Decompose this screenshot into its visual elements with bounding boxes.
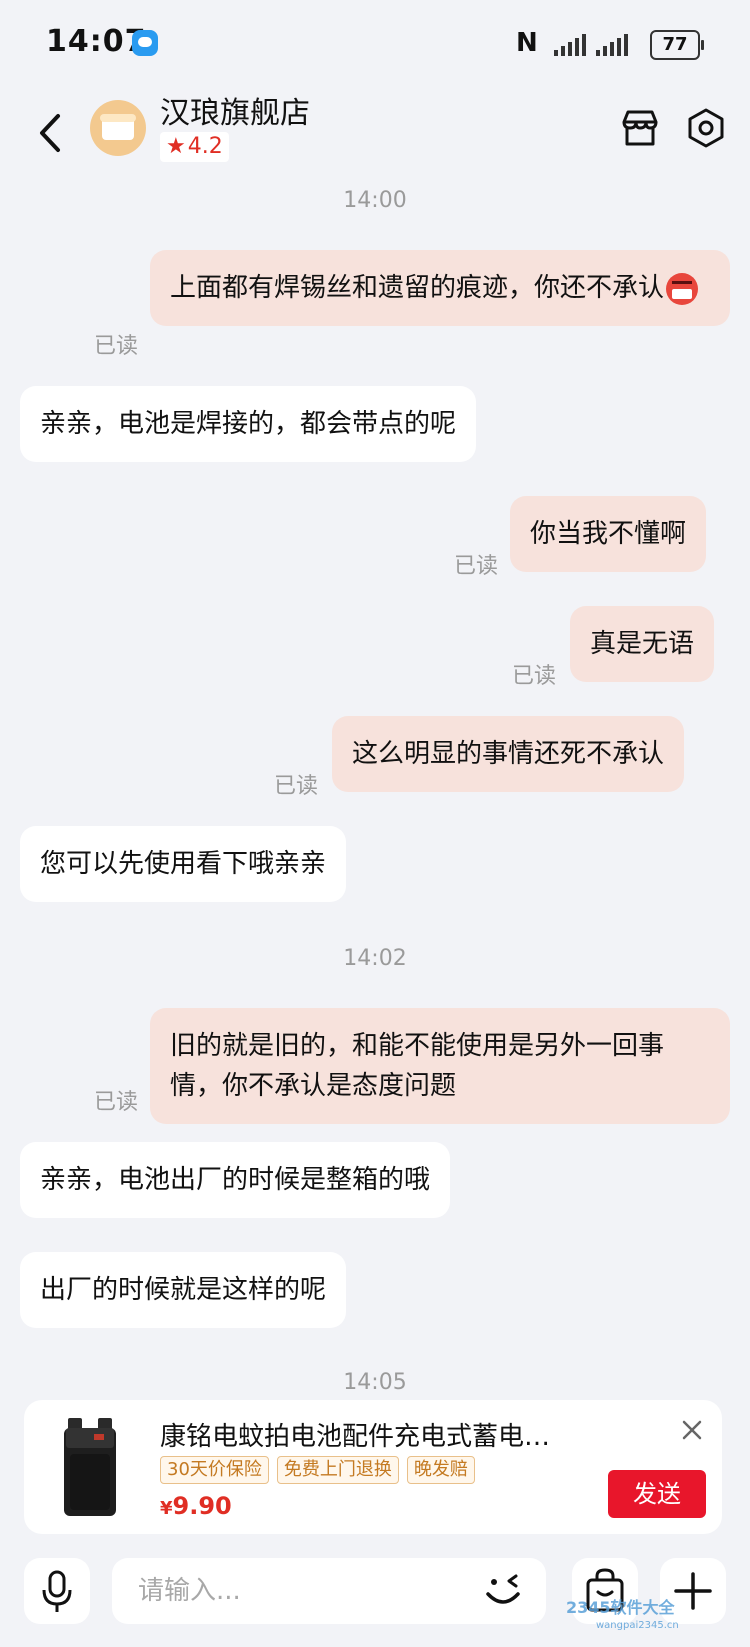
message-bubble-received[interactable]: 出厂的时候就是这样的呢 bbox=[20, 1252, 347, 1328]
watermark-url: wangpai2345.cn bbox=[596, 1620, 679, 1631]
star-icon: ★ bbox=[166, 134, 186, 159]
message-bubble-received[interactable]: 亲亲，电池是焊接的，都会带点的呢 bbox=[20, 386, 477, 462]
message-bubble-received[interactable]: 亲亲，电池出厂的时候是整箱的哦 bbox=[20, 1142, 451, 1218]
product-tag: 免费上门退换 bbox=[276, 1456, 399, 1484]
product-tag: 晚发赔 bbox=[406, 1456, 475, 1484]
chat-timestamp: 14:05 bbox=[343, 1370, 407, 1395]
product-tag: 30天价保险 bbox=[160, 1456, 269, 1484]
battery-icon: 77 bbox=[650, 30, 704, 60]
price-value: 9.90 bbox=[172, 1492, 232, 1520]
status-bar: 14:07 N 77 bbox=[0, 0, 750, 88]
signal-icon bbox=[554, 34, 586, 56]
voice-input-button[interactable] bbox=[24, 1558, 90, 1624]
currency-symbol: ¥ bbox=[160, 1498, 173, 1519]
microphone-icon bbox=[42, 1570, 72, 1612]
message-text: 上面都有焊锡丝和遗留的痕迹，你还不承认 bbox=[170, 273, 665, 303]
message-notification-icon bbox=[132, 30, 158, 56]
message-bubble-sent[interactable]: 你当我不懂啊 bbox=[510, 496, 707, 572]
message-bubble-sent[interactable]: 旧的就是旧的，和能不能使用是另外一回事情，你不承认是态度问题 bbox=[150, 1008, 730, 1124]
message-bubble-sent[interactable]: 上面都有焊锡丝和遗留的痕迹，你还不承认 bbox=[150, 250, 730, 326]
message-bubble-sent[interactable]: 这么明显的事情还死不承认 bbox=[332, 716, 685, 792]
watermark: 2345软件大全 bbox=[566, 1598, 675, 1617]
read-status: 已读 bbox=[454, 554, 499, 579]
message-bubble-received[interactable]: 您可以先使用看下哦亲亲 bbox=[20, 826, 347, 902]
read-status: 已读 bbox=[512, 664, 557, 689]
shop-avatar[interactable] bbox=[90, 100, 146, 156]
settings-hexagon-icon[interactable] bbox=[684, 106, 728, 150]
nfc-icon: N bbox=[516, 28, 538, 58]
chat-header: 汉琅旗舰店 ★4.2 bbox=[0, 88, 750, 178]
store-icon[interactable] bbox=[618, 106, 662, 150]
product-title[interactable]: 康铭电蚊拍电池配件充电式蓄电… bbox=[160, 1416, 600, 1453]
send-product-button[interactable]: 发送 bbox=[608, 1470, 706, 1518]
angry-face-icon bbox=[666, 272, 699, 305]
back-arrow-icon[interactable] bbox=[32, 108, 72, 158]
product-tags: 30天价保险 免费上门退换 晚发赔 bbox=[160, 1456, 475, 1484]
close-icon[interactable] bbox=[680, 1418, 704, 1442]
message-bubble-sent[interactable]: 真是无语 bbox=[570, 606, 715, 682]
product-card[interactable]: 康铭电蚊拍电池配件充电式蓄电… 30天价保险 免费上门退换 晚发赔 ¥9.90 … bbox=[24, 1400, 722, 1534]
shop-name[interactable]: 汉琅旗舰店 bbox=[160, 88, 310, 132]
read-status: 已读 bbox=[274, 774, 319, 799]
battery-product-image[interactable] bbox=[58, 1414, 122, 1518]
chat-timestamp: 14:02 bbox=[343, 946, 407, 971]
product-price: ¥9.90 bbox=[160, 1492, 232, 1520]
signal-icon-2 bbox=[596, 34, 628, 56]
chat-timestamp: 14:00 bbox=[343, 188, 407, 213]
shop-rating: ★4.2 bbox=[160, 132, 229, 162]
read-status: 已读 bbox=[94, 1090, 139, 1115]
rating-value: 4.2 bbox=[187, 134, 223, 159]
emoji-wink-icon[interactable] bbox=[478, 1566, 528, 1616]
read-status: 已读 bbox=[94, 334, 139, 359]
